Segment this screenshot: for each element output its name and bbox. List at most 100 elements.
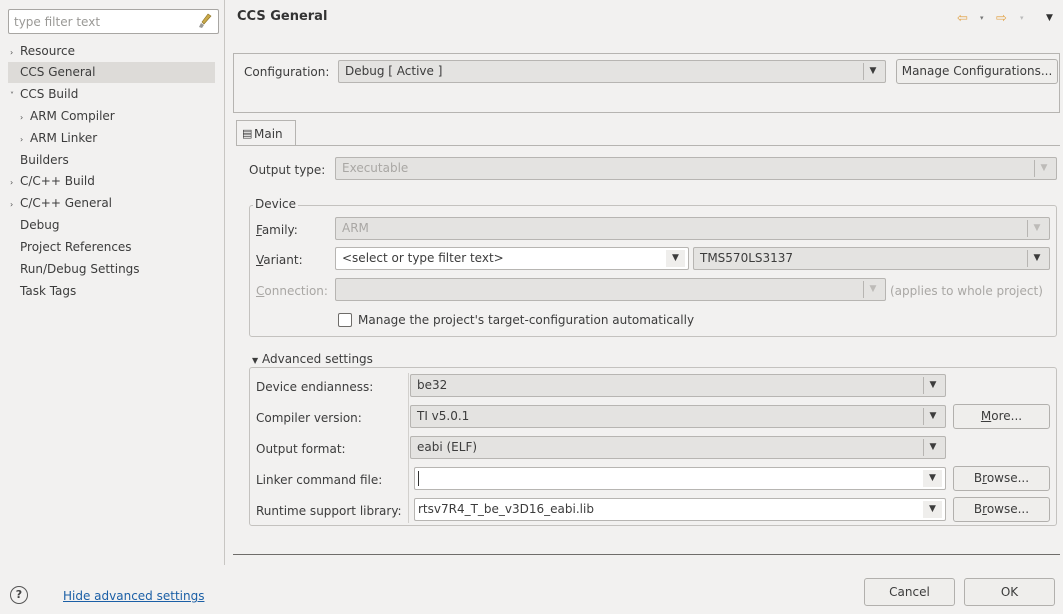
chevron-down-icon[interactable]: ▼ [923,377,942,394]
page-title: CCS General [237,9,328,24]
output-type-label: Output type: [249,163,326,177]
back-arrow-icon[interactable]: ⇦ [957,11,968,26]
ok-button[interactable]: OK [964,578,1055,606]
tab-main-label: Main [254,127,283,141]
runtime-library-value: rtsv7R4_T_be_v3D16_eabi.lib [418,502,594,516]
browse-linker-button[interactable]: Browse... [953,466,1050,491]
variant-select[interactable]: TMS570LS3137 ▼ [693,247,1050,270]
tree-item-label: ARM Linker [30,131,98,145]
chevron-down-icon[interactable]: ▼ [863,281,882,298]
clear-filter-icon[interactable] [198,13,212,29]
tree-item-c-c-build[interactable]: › C/C++ Build [8,171,215,192]
chevron-down-icon[interactable]: ▼ [923,439,942,456]
chevron-down-icon[interactable]: ▼ [1027,250,1046,267]
chevron-down-icon[interactable]: ▼ [666,250,685,267]
endianness-select[interactable]: be32 ▼ [410,374,946,397]
output-format-select[interactable]: eabi (ELF) ▼ [410,436,946,459]
endianness-label: Device endianness: [256,380,374,394]
manage-target-config-label: Manage the project's target-configuratio… [358,313,695,327]
tree-item-task-tags[interactable]: Task Tags [8,281,215,302]
tree-item-label: C/C++ General [20,196,113,210]
manage-configurations-button[interactable]: Manage Configurations... [896,59,1058,84]
sash-divider[interactable] [224,0,225,565]
chevron-down-icon[interactable]: ▼ [923,470,942,487]
tab-main[interactable]: ▤ Main [236,120,296,146]
chevron-down-icon[interactable]: ▼ [923,408,942,425]
configuration-value: Debug [ Active ] [345,64,443,78]
chevron-down-icon[interactable]: ▼ [923,501,942,518]
tree-item-run-debug-settings[interactable]: Run/Debug Settings [8,259,215,280]
advanced-settings-toggle[interactable]: ▼ Advanced settings [252,352,373,366]
expand-arrow-icon[interactable]: › [20,129,30,150]
expand-arrow-icon[interactable]: ˅ [10,85,20,106]
configuration-select[interactable]: Debug [ Active ] ▼ [338,60,886,83]
tree-item-c-c-general[interactable]: › C/C++ General [8,193,215,214]
variant-filter-combo[interactable]: <select or type filter text> ▼ [335,247,689,270]
cancel-button[interactable]: Cancel [864,578,955,606]
expand-arrow-icon[interactable]: › [10,42,20,63]
tree-item-project-references[interactable]: Project References [8,237,215,258]
tree-item-label: Debug [20,218,60,232]
tree-item-label: Project References [20,240,132,254]
compiler-version-select[interactable]: TI v5.0.1 ▼ [410,405,946,428]
filter-input[interactable]: type filter text [8,9,219,34]
content-bottom-divider [233,554,1060,555]
output-format-value: eabi (ELF) [417,440,478,454]
text-caret [418,471,419,486]
tree-item-builders[interactable]: Builders [8,150,215,171]
output-type-select[interactable]: Executable ▼ [335,157,1057,180]
compiler-version-label: Compiler version: [256,411,362,425]
chevron-down-icon[interactable]: ▼ [1034,160,1053,177]
compiler-version-value: TI v5.0.1 [417,409,470,423]
tree-item-ccs-build[interactable]: ˅ CCS Build [8,84,215,105]
tree-item-label: ARM Compiler [30,109,115,123]
browse-runtime-button[interactable]: Browse... [953,497,1050,522]
tab-divider [236,145,1060,146]
tab-icon: ▤ [242,127,253,140]
family-select[interactable]: ARM ▼ [335,217,1050,240]
connection-select[interactable]: ▼ [335,278,886,301]
runtime-library-input[interactable]: rtsv7R4_T_be_v3D16_eabi.lib ▼ [414,498,946,521]
device-group-title: Device [253,197,299,211]
tree-item-label: CCS Build [20,87,79,101]
tree-item-label: Resource [20,44,76,58]
manage-target-config-checkbox[interactable] [338,313,352,327]
view-menu-icon[interactable]: ▼ [1046,13,1053,23]
tree-item-label: C/C++ Build [20,174,95,188]
tree-item-debug[interactable]: Debug [8,215,215,236]
chevron-down-icon[interactable]: ▼ [1027,220,1046,237]
tree-item-label: CCS General [20,65,96,79]
back-history-icon[interactable]: ▾ [980,14,984,22]
variant-value: TMS570LS3137 [700,251,794,265]
linker-command-file-label: Linker command file: [256,473,383,487]
forward-arrow-icon[interactable]: ⇨ [996,11,1007,26]
forward-history-icon[interactable]: ▾ [1020,14,1024,22]
connection-label: Connection: [256,284,328,298]
linker-command-file-input[interactable]: ▼ [414,467,946,490]
hide-advanced-settings-link[interactable]: Hide advanced settings [63,589,204,603]
tree-item-arm-compiler[interactable]: › ARM Compiler [8,106,215,127]
tree-item-label: Builders [20,153,69,167]
expand-arrow-icon[interactable]: › [10,194,20,215]
endianness-value: be32 [417,378,448,392]
filter-placeholder: type filter text [14,15,101,29]
family-label: Family: [256,223,298,237]
tree-item-label: Run/Debug Settings [20,262,140,276]
more-button[interactable]: More... [953,404,1050,429]
expand-arrow-icon[interactable]: › [10,172,20,193]
output-type-value: Executable [342,161,409,175]
help-icon[interactable]: ? [10,586,28,604]
connection-note: (applies to whole project) [890,284,1043,298]
tree-item-ccs-general[interactable]: CCS General [8,62,215,83]
configuration-panel: Configuration: Debug [ Active ] ▼ Manage… [233,53,1060,113]
configuration-label: Configuration: [244,65,330,79]
chevron-down-icon[interactable]: ▼ [863,63,882,80]
variant-filter-text: <select or type filter text> [342,251,504,265]
tree-item-resource[interactable]: › Resource [8,41,215,62]
tree-item-label: Task Tags [20,284,77,298]
runtime-library-label: Runtime support library: [256,504,402,518]
expand-arrow-icon[interactable]: › [20,107,30,128]
output-format-label: Output format: [256,442,346,456]
variant-label: Variant: [256,253,303,267]
tree-item-arm-linker[interactable]: › ARM Linker [8,128,215,149]
